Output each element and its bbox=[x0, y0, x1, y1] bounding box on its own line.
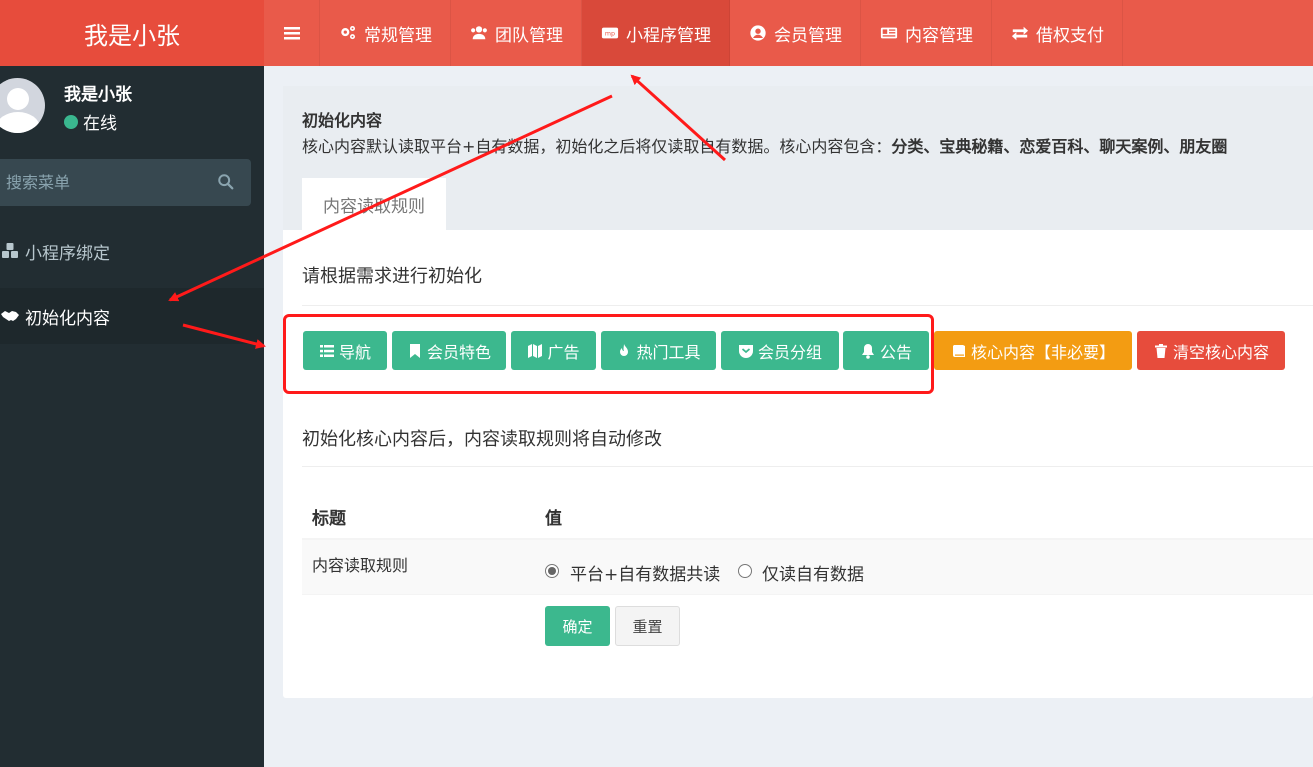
user-status: 在线 bbox=[64, 109, 117, 134]
box-header: 初始化内容 核心内容默认读取平台+自有数据，初始化之后将仅读取自有数据。核心内容… bbox=[283, 86, 1313, 230]
confirm-button[interactable]: 确定 bbox=[545, 606, 610, 646]
button-label: 清空核心内容 bbox=[1172, 342, 1269, 362]
gears-icon bbox=[338, 23, 358, 43]
book-icon bbox=[951, 343, 967, 359]
nav-team-label: 团队管理 bbox=[495, 25, 563, 46]
sidebar-toggle-button[interactable] bbox=[264, 0, 320, 66]
table-row: 内容读取规则 平台+自有数据共读 仅读自有数据 bbox=[302, 540, 1313, 595]
divider bbox=[302, 466, 1313, 467]
radio-own-only-label[interactable]: 仅读自有数据 bbox=[762, 560, 864, 585]
page-description-bold: 分类、宝典秘籍、恋爱百科、聊天案例、朋友圈 bbox=[891, 137, 1228, 156]
nav-general[interactable]: 常规管理 bbox=[320, 0, 451, 66]
handshake-icon bbox=[0, 306, 22, 326]
column-header-title: 标题 bbox=[312, 509, 346, 529]
nav-content-label: 内容管理 bbox=[905, 25, 973, 46]
sidebar: 我是小张 在线 小程序绑定 初始化内容 bbox=[0, 66, 264, 767]
sidebar-item-label: 初始化内容 bbox=[25, 308, 110, 329]
cubes-icon bbox=[0, 241, 22, 261]
sidebar-search bbox=[0, 159, 251, 206]
tab-content-read-rule[interactable]: 内容读取规则 bbox=[302, 178, 446, 230]
online-dot-icon bbox=[64, 114, 78, 129]
core-content-init-button[interactable]: 核心内容【非必要】 bbox=[934, 331, 1132, 370]
page-description: 核心内容默认读取平台+自有数据，初始化之后将仅读取自有数据。核心内容包含：分类、… bbox=[302, 133, 1227, 157]
brand-title: 我是小张 bbox=[84, 21, 180, 50]
nav-payment-label: 借权支付 bbox=[1036, 25, 1104, 46]
column-header-value: 值 bbox=[545, 509, 562, 529]
table-header-row: 标题 值 bbox=[302, 492, 1313, 540]
sidebar-item-miniprogram-bind[interactable]: 小程序绑定 bbox=[0, 223, 264, 279]
newspaper-icon bbox=[879, 23, 899, 43]
nav-payment[interactable]: 借权支付 bbox=[992, 0, 1123, 66]
clear-core-content-button[interactable]: 清空核心内容 bbox=[1137, 331, 1285, 370]
annotation-highlight-box bbox=[283, 314, 934, 394]
divider bbox=[302, 305, 1313, 306]
page-title: 初始化内容 bbox=[302, 111, 383, 130]
section-title-init: 请根据需求进行初始化 bbox=[302, 266, 482, 287]
mp-badge-text: mp bbox=[605, 31, 615, 38]
radio-shared-read[interactable] bbox=[545, 564, 559, 578]
nav-miniprogram[interactable]: mp 小程序管理 bbox=[582, 0, 730, 66]
search-input[interactable] bbox=[0, 173, 200, 192]
page-description-text: 核心内容默认读取平台+自有数据，初始化之后将仅读取自有数据。核心内容包含： bbox=[302, 137, 892, 156]
hamburger-icon bbox=[283, 27, 300, 40]
mp-icon: mp bbox=[600, 23, 620, 43]
reset-button[interactable]: 重置 bbox=[615, 606, 680, 646]
radio-own-only[interactable] bbox=[738, 564, 752, 578]
avatar bbox=[0, 78, 45, 133]
sidebar-item-init-content[interactable]: 初始化内容 bbox=[0, 288, 264, 344]
nav-team[interactable]: 团队管理 bbox=[451, 0, 582, 66]
users-icon bbox=[469, 23, 489, 43]
user-name: 我是小张 bbox=[64, 85, 132, 105]
radio-shared-read-label[interactable]: 平台+自有数据共读 bbox=[570, 560, 720, 585]
nav-content[interactable]: 内容管理 bbox=[861, 0, 992, 66]
top-navbar: 常规管理 团队管理 mp 小程序管理 会员管理 内容管理 借权支付 bbox=[264, 0, 1313, 66]
nav-member-label: 会员管理 bbox=[774, 25, 842, 46]
sidebar-item-label: 小程序绑定 bbox=[25, 243, 110, 264]
user-circle-icon bbox=[748, 23, 768, 43]
user-panel: 我是小张 在线 bbox=[0, 66, 264, 152]
exchange-icon bbox=[1010, 23, 1030, 43]
nav-general-label: 常规管理 bbox=[364, 25, 432, 46]
button-label: 核心内容【非必要】 bbox=[970, 342, 1115, 362]
nav-member[interactable]: 会员管理 bbox=[730, 0, 861, 66]
row-label: 内容读取规则 bbox=[312, 556, 409, 575]
user-status-label: 在线 bbox=[83, 114, 117, 134]
nav-miniprogram-label: 小程序管理 bbox=[626, 25, 711, 46]
search-icon[interactable] bbox=[217, 173, 235, 191]
brand-logo[interactable]: 我是小张 bbox=[0, 0, 264, 66]
trash-icon bbox=[1153, 343, 1169, 359]
section-title-notice: 初始化核心内容后，内容读取规则将自动修改 bbox=[302, 429, 662, 450]
